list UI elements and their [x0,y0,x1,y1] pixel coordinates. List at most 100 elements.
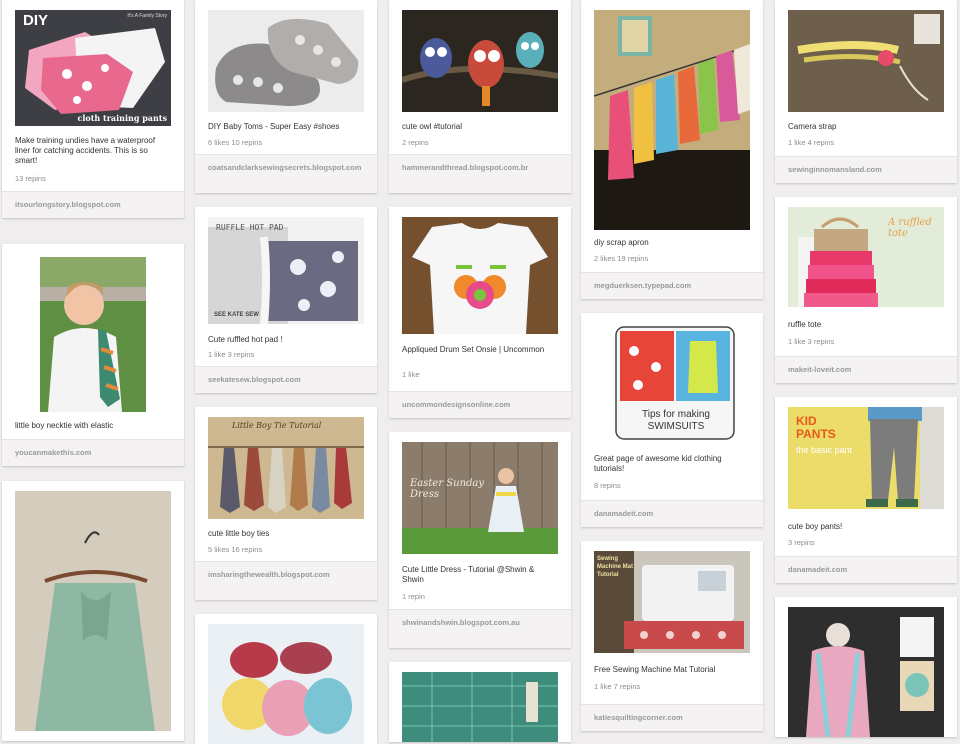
pin-source[interactable]: imsharingthewealth.blogspot.com [208,570,364,580]
pin-image[interactable] [594,10,750,230]
pin-source[interactable]: katiesquiltingcorner.com [594,713,750,723]
pin-source[interactable]: danamadeit.com [594,509,750,519]
pin-card[interactable] [775,597,957,737]
pin-stats: 1 like 3 repins [788,337,835,346]
pin-caption: Cute ruffled hot pad ! [208,335,283,344]
pin-caption: Free Sewing Machine Mat Tutorial [594,665,716,674]
pin-card[interactable]: cute owl #tutorial 2 repins hammerandthr… [389,0,571,193]
boy-ties-photo [208,417,364,519]
pin-card[interactable]: DIY Baby Toms - Super Easy #shoes 6 like… [195,0,377,193]
pin-image[interactable] [402,672,558,742]
pin-image[interactable] [40,257,146,412]
pin-image[interactable] [208,10,364,112]
pin-image[interactable] [15,491,171,731]
diy-overlay: DIY [23,12,49,29]
pin-image[interactable]: KID PANTS the basic pant [788,407,944,509]
easter-dress-title: Easter Sunday Dress [410,478,485,500]
pin-card[interactable] [2,481,184,741]
pin-source-bar[interactable]: makeit-loveit.com [775,356,957,383]
pin-caption: Appliqued Drum Set Onsie | Uncommon [402,345,545,354]
pin-source-bar[interactable]: coatsandclarksewingsecrets.blogspot.com [195,154,377,193]
baby-toms-photo [208,10,364,112]
pin-source-bar[interactable]: hammerandthread.blogspot.com.br [389,154,571,193]
pin-image[interactable]: A ruffled tote [788,207,944,307]
pin-source-bar[interactable]: danamadeit.com [775,556,957,583]
pin-image[interactable]: DIY It's A Family Story cloth training p… [15,10,171,126]
camera-strap-photo [788,10,944,112]
pin-source[interactable]: danamadeit.com [788,565,944,575]
kid-pants-title: KID PANTS [796,414,836,441]
brand-overlay: It's A Family Story [127,13,167,19]
pin-card[interactable]: Tips for making SWIMSUITS Great page of … [581,313,763,527]
pillowcase-dress-photo [15,491,171,731]
scrap-apron-photo [594,10,750,230]
hot-pad-title: RUFFLE HOT PAD [216,223,284,232]
pin-source[interactable]: youcanmakethis.com [15,448,171,458]
pin-stats: 8 repins [594,481,621,490]
pin-card[interactable] [389,662,571,742]
subtitle-overlay: cloth training pants [77,113,167,123]
pin-card[interactable]: A ruffled tote ruffle tote 1 like 3 repi… [775,197,957,383]
pin-stats: 1 like 4 repins [788,138,835,147]
drum-onesie-photo [402,217,558,334]
pin-source-bar[interactable]: uncommondesignsonline.com [389,391,571,418]
pin-card[interactable]: DIY It's A Family Story cloth training p… [2,0,184,218]
pin-caption: Camera strap [788,122,837,131]
boy-necktie-photo [40,257,146,412]
pin-stats: 3 repins [788,538,815,547]
pin-card[interactable]: RUFFLE HOT PAD SEE KATE SEW Cute ruffled… [195,207,377,393]
kid-pants-subtitle: the basic pant [796,445,853,455]
pin-card[interactable]: little boy necktie with elastic youcanma… [2,244,184,466]
pin-source[interactable]: uncommondesignsonline.com [402,400,558,410]
pin-card[interactable]: Camera strap 1 like 4 repins sewinginnom… [775,0,957,183]
pin-caption: cute owl #tutorial [402,122,463,131]
pin-card[interactable]: Sewing Machine Mat Tutorial Free Sewing … [581,541,763,731]
pin-caption: diy scrap apron [594,238,649,247]
tote-title: A ruffled tote [888,217,932,239]
pin-source-bar[interactable]: danamadeit.com [581,500,763,527]
bibs-photo [208,624,364,744]
pin-card[interactable]: Easter Sunday Dress Cute Little Dress - … [389,432,571,648]
pin-image[interactable] [208,624,364,744]
pin-source[interactable]: hammerandthread.blogspot.com.br [402,163,558,173]
pin-caption: Make training undies have a waterproof l… [15,136,156,165]
pin-source-bar[interactable]: megduerksen.typepad.com [581,272,763,299]
pin-caption: cute boy pants! [788,522,843,531]
pin-source-bar[interactable]: sewinginnomansland.com [775,156,957,183]
pin-card[interactable] [195,614,377,744]
pin-source-bar[interactable]: seekatesew.blogspot.com [195,366,377,393]
pin-source[interactable]: seekatesew.blogspot.com [208,375,364,385]
pin-source[interactable]: shwinandshwin.blogspot.com.au [402,618,558,628]
pin-source[interactable]: itsourlongstory.blogspot.com [15,200,171,210]
pin-caption: little boy necktie with elastic [15,421,114,430]
pin-source-bar[interactable]: katiesquiltingcorner.com [581,704,763,731]
pin-card[interactable]: KID PANTS the basic pant cute boy pants!… [775,397,957,583]
pin-caption: Great page of awesome kid clothing tutor… [594,454,722,473]
pin-image[interactable] [402,10,558,112]
owls-photo [402,10,558,112]
pin-source-bar[interactable]: shwinandshwin.blogspot.com.au [389,609,571,648]
pin-card[interactable]: Appliqued Drum Set Onsie | Uncommon 1 li… [389,207,571,418]
pin-image[interactable]: Tips for making SWIMSUITS [594,323,750,444]
pin-stats: 1 like [402,370,420,379]
pin-source[interactable]: sewinginnomansland.com [788,165,944,175]
pin-image[interactable]: RUFFLE HOT PAD SEE KATE SEW [208,217,364,324]
pin-image[interactable] [788,607,944,737]
pin-card[interactable]: Little Boy Tie Tutorial cute little boy … [195,407,377,600]
pin-source[interactable]: makeit-loveit.com [788,365,944,375]
tie-tutorial-title: Little Boy Tie Tutorial [232,421,322,430]
pin-card[interactable]: diy scrap apron 2 likes 19 repins megdue… [581,0,763,299]
pin-stats: 1 like 7 repins [594,682,641,691]
pin-image[interactable] [402,217,558,334]
pin-image[interactable] [788,10,944,112]
pin-source-bar[interactable]: imsharingthewealth.blogspot.com [195,561,377,600]
pin-source[interactable]: megduerksen.typepad.com [594,281,750,291]
pin-image[interactable]: Little Boy Tie Tutorial [208,417,364,519]
pin-image[interactable]: Sewing Machine Mat Tutorial [594,551,750,653]
pin-source[interactable]: coatsandclarksewingsecrets.blogspot.com [208,163,364,173]
pin-source-bar[interactable]: youcanmakethis.com [2,439,184,466]
pin-stats: 1 repin [402,592,425,601]
pin-source-bar[interactable]: itsourlongstory.blogspot.com [2,191,184,218]
pin-image[interactable]: Easter Sunday Dress [402,442,558,554]
cutting-mat-photo [402,672,558,742]
